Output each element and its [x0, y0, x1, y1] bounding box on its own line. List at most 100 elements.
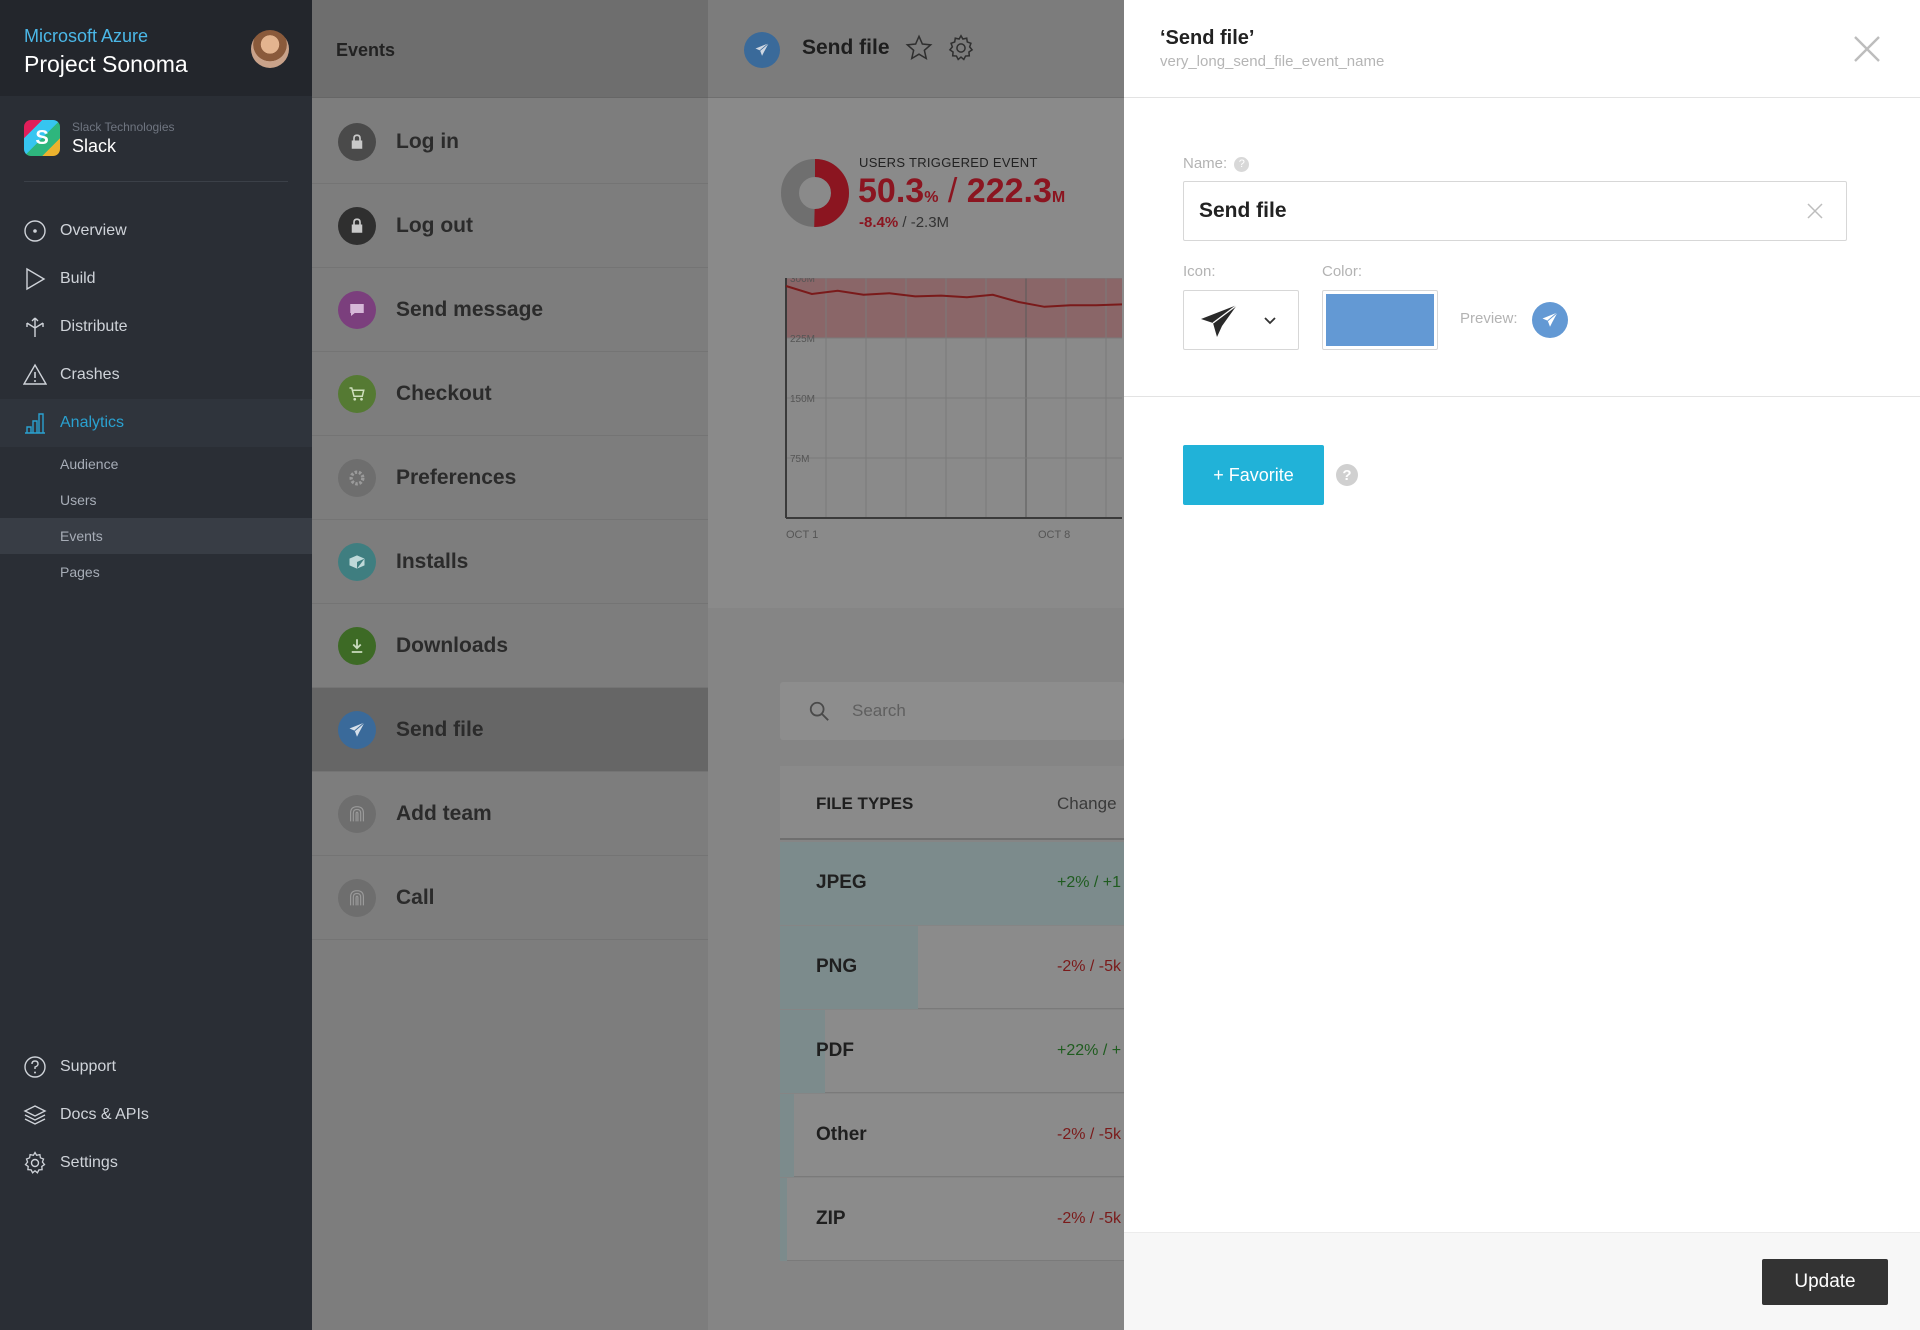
row-change: +2% / +1	[1057, 874, 1122, 891]
star-icon[interactable]	[905, 34, 933, 62]
event-item-call[interactable]: Call	[312, 856, 708, 940]
update-button[interactable]: Update	[1762, 1259, 1888, 1305]
event-item-label: Installs	[396, 549, 469, 573]
event-item-preferences[interactable]: Preferences	[312, 436, 708, 520]
paper-plane-icon	[1201, 304, 1238, 337]
sidebar-item-settings[interactable]: Settings	[0, 1139, 312, 1187]
sidebar-item-overview[interactable]: Overview	[0, 207, 312, 255]
fingerprint-icon	[338, 878, 376, 917]
events-list: Events Log in Log out Send message Checkout…	[312, 0, 708, 1330]
layers-icon	[23, 1105, 47, 1125]
preview-label: Preview:	[1460, 310, 1518, 327]
stats-area: USERS TRIGGERED EVENT 50.3% / 222.3M -8.…	[708, 98, 1124, 608]
row-file-type: JPEG	[816, 872, 867, 893]
event-item-label: Downloads	[396, 633, 509, 657]
sidebar-subitem-events[interactable]: Events	[0, 518, 312, 554]
favorite-button[interactable]: + Favorite	[1183, 445, 1324, 505]
sidebar-item-build[interactable]: Build	[0, 255, 312, 303]
sidebar-item-label: Analytics	[60, 414, 125, 431]
sidebar-subitem-pages[interactable]: Pages	[0, 554, 312, 590]
event-item-label: Send file	[396, 717, 484, 741]
sidebar-item-label: Crashes	[60, 366, 120, 383]
row-change: +22% / +	[1057, 1042, 1122, 1059]
table-row[interactable]: ZIP -2% / -5k	[780, 1178, 1124, 1261]
icon-select[interactable]	[1183, 290, 1299, 350]
table-row[interactable]: JPEG +2% / +1	[780, 842, 1124, 925]
edit-event-panel: ‘Send file’ very_long_send_file_event_na…	[1124, 0, 1920, 1330]
close-icon[interactable]	[1850, 32, 1884, 66]
row-share-bar	[780, 1094, 794, 1177]
chevron-down-icon	[1264, 317, 1276, 325]
slack-logo-icon: S	[24, 120, 60, 156]
sidebar-item-analytics[interactable]: Analytics	[0, 399, 312, 447]
row-change: -2% / -5k	[1057, 1126, 1122, 1143]
build-icon	[26, 267, 46, 291]
sidebar-item-label: Distribute	[60, 318, 128, 335]
kpi-percent: 50.3	[858, 172, 925, 210]
help-icon[interactable]: ?	[1234, 156, 1250, 172]
table-row[interactable]: PDF +22% / +	[780, 1010, 1124, 1093]
events-line-chart: 300M 225M 150M 75M OCT 1 OCT 8	[785, 278, 1122, 538]
avatar[interactable]	[251, 30, 289, 68]
sidebar-subitem-label: Pages	[60, 564, 100, 580]
analytics-icon	[25, 413, 45, 434]
paper-plane-icon	[744, 32, 780, 68]
event-detail: Send file USERS TRIGGERED EVENT 50.3% / …	[708, 0, 1124, 1330]
color-picker[interactable]	[1322, 290, 1438, 350]
sidebar-item-docs[interactable]: Docs & APIs	[0, 1091, 312, 1139]
table-row[interactable]: Other -2% / -5k	[780, 1094, 1124, 1177]
event-item-send-file[interactable]: Send file	[312, 688, 708, 772]
event-item-log-in[interactable]: Log in	[312, 100, 708, 184]
sidebar: Microsoft Azure Project Sonoma S Slack T…	[0, 0, 312, 1330]
search-bar[interactable]: Search	[780, 682, 1124, 740]
panel-header: ‘Send file’ very_long_send_file_event_na…	[1124, 0, 1920, 98]
event-item-checkout[interactable]: Checkout	[312, 352, 708, 436]
row-change: -2% / -5k	[1057, 1210, 1122, 1227]
help-icon[interactable]: ?	[1336, 464, 1358, 486]
event-detail-header: Send file	[708, 0, 1124, 98]
event-item-send-message[interactable]: Send message	[312, 268, 708, 352]
cart-icon	[338, 374, 376, 413]
clear-input-icon[interactable]	[1806, 202, 1824, 220]
sidebar-subitem-label: Audience	[60, 456, 119, 472]
sidebar-item-support[interactable]: Support	[0, 1043, 312, 1091]
chart-y-tick-label: 75M	[790, 454, 809, 465]
preview-paper-plane-icon	[1532, 302, 1568, 338]
events-list-title: Events	[312, 0, 708, 98]
panel-title: ‘Send file’	[1160, 27, 1255, 49]
sidebar-header: Microsoft Azure Project Sonoma	[0, 0, 312, 96]
sidebar-subitem-users[interactable]: Users	[0, 482, 312, 518]
lock-icon	[338, 206, 376, 245]
event-item-installs[interactable]: Installs	[312, 520, 708, 604]
chart-x-tick-label: OCT 1	[786, 529, 818, 538]
lock-icon	[338, 122, 376, 161]
box-icon	[338, 542, 376, 581]
column-header-file-types[interactable]: FILE TYPES	[816, 794, 913, 814]
row-file-type: PDF	[816, 1040, 854, 1061]
name-input[interactable]	[1183, 181, 1847, 241]
overview-icon	[24, 220, 46, 242]
divider	[1124, 396, 1920, 397]
table-row[interactable]: PNG -2% / -5k	[780, 926, 1124, 1009]
search-placeholder: Search	[852, 701, 906, 720]
table-header: FILE TYPES Change	[780, 766, 1124, 840]
sidebar-subitem-audience[interactable]: Audience	[0, 446, 312, 482]
event-title: Send file	[802, 36, 890, 59]
row-file-type: ZIP	[816, 1208, 846, 1229]
event-item-add-team[interactable]: Add team	[312, 772, 708, 856]
chart-y-tick-label: 225M	[790, 334, 815, 345]
column-header-change[interactable]: Change	[1057, 794, 1117, 814]
sidebar-item-label: Overview	[60, 222, 127, 239]
row-share-bar	[780, 1178, 787, 1261]
app-company: Slack Technologies	[72, 120, 175, 134]
event-item-label: Log in	[396, 129, 459, 153]
app-switcher[interactable]: S Slack Technologies Slack	[24, 96, 288, 182]
gear-icon[interactable]	[947, 34, 975, 62]
kpi-change: -8.4% / -2.3M	[859, 214, 949, 231]
event-item-log-out[interactable]: Log out	[312, 184, 708, 268]
event-item-downloads[interactable]: Downloads	[312, 604, 708, 688]
sidebar-item-distribute[interactable]: Distribute	[0, 303, 312, 351]
name-label-text: Name:	[1183, 155, 1228, 172]
sidebar-item-crashes[interactable]: Crashes	[0, 351, 312, 399]
chart-y-tick-label: 300M	[790, 278, 815, 285]
